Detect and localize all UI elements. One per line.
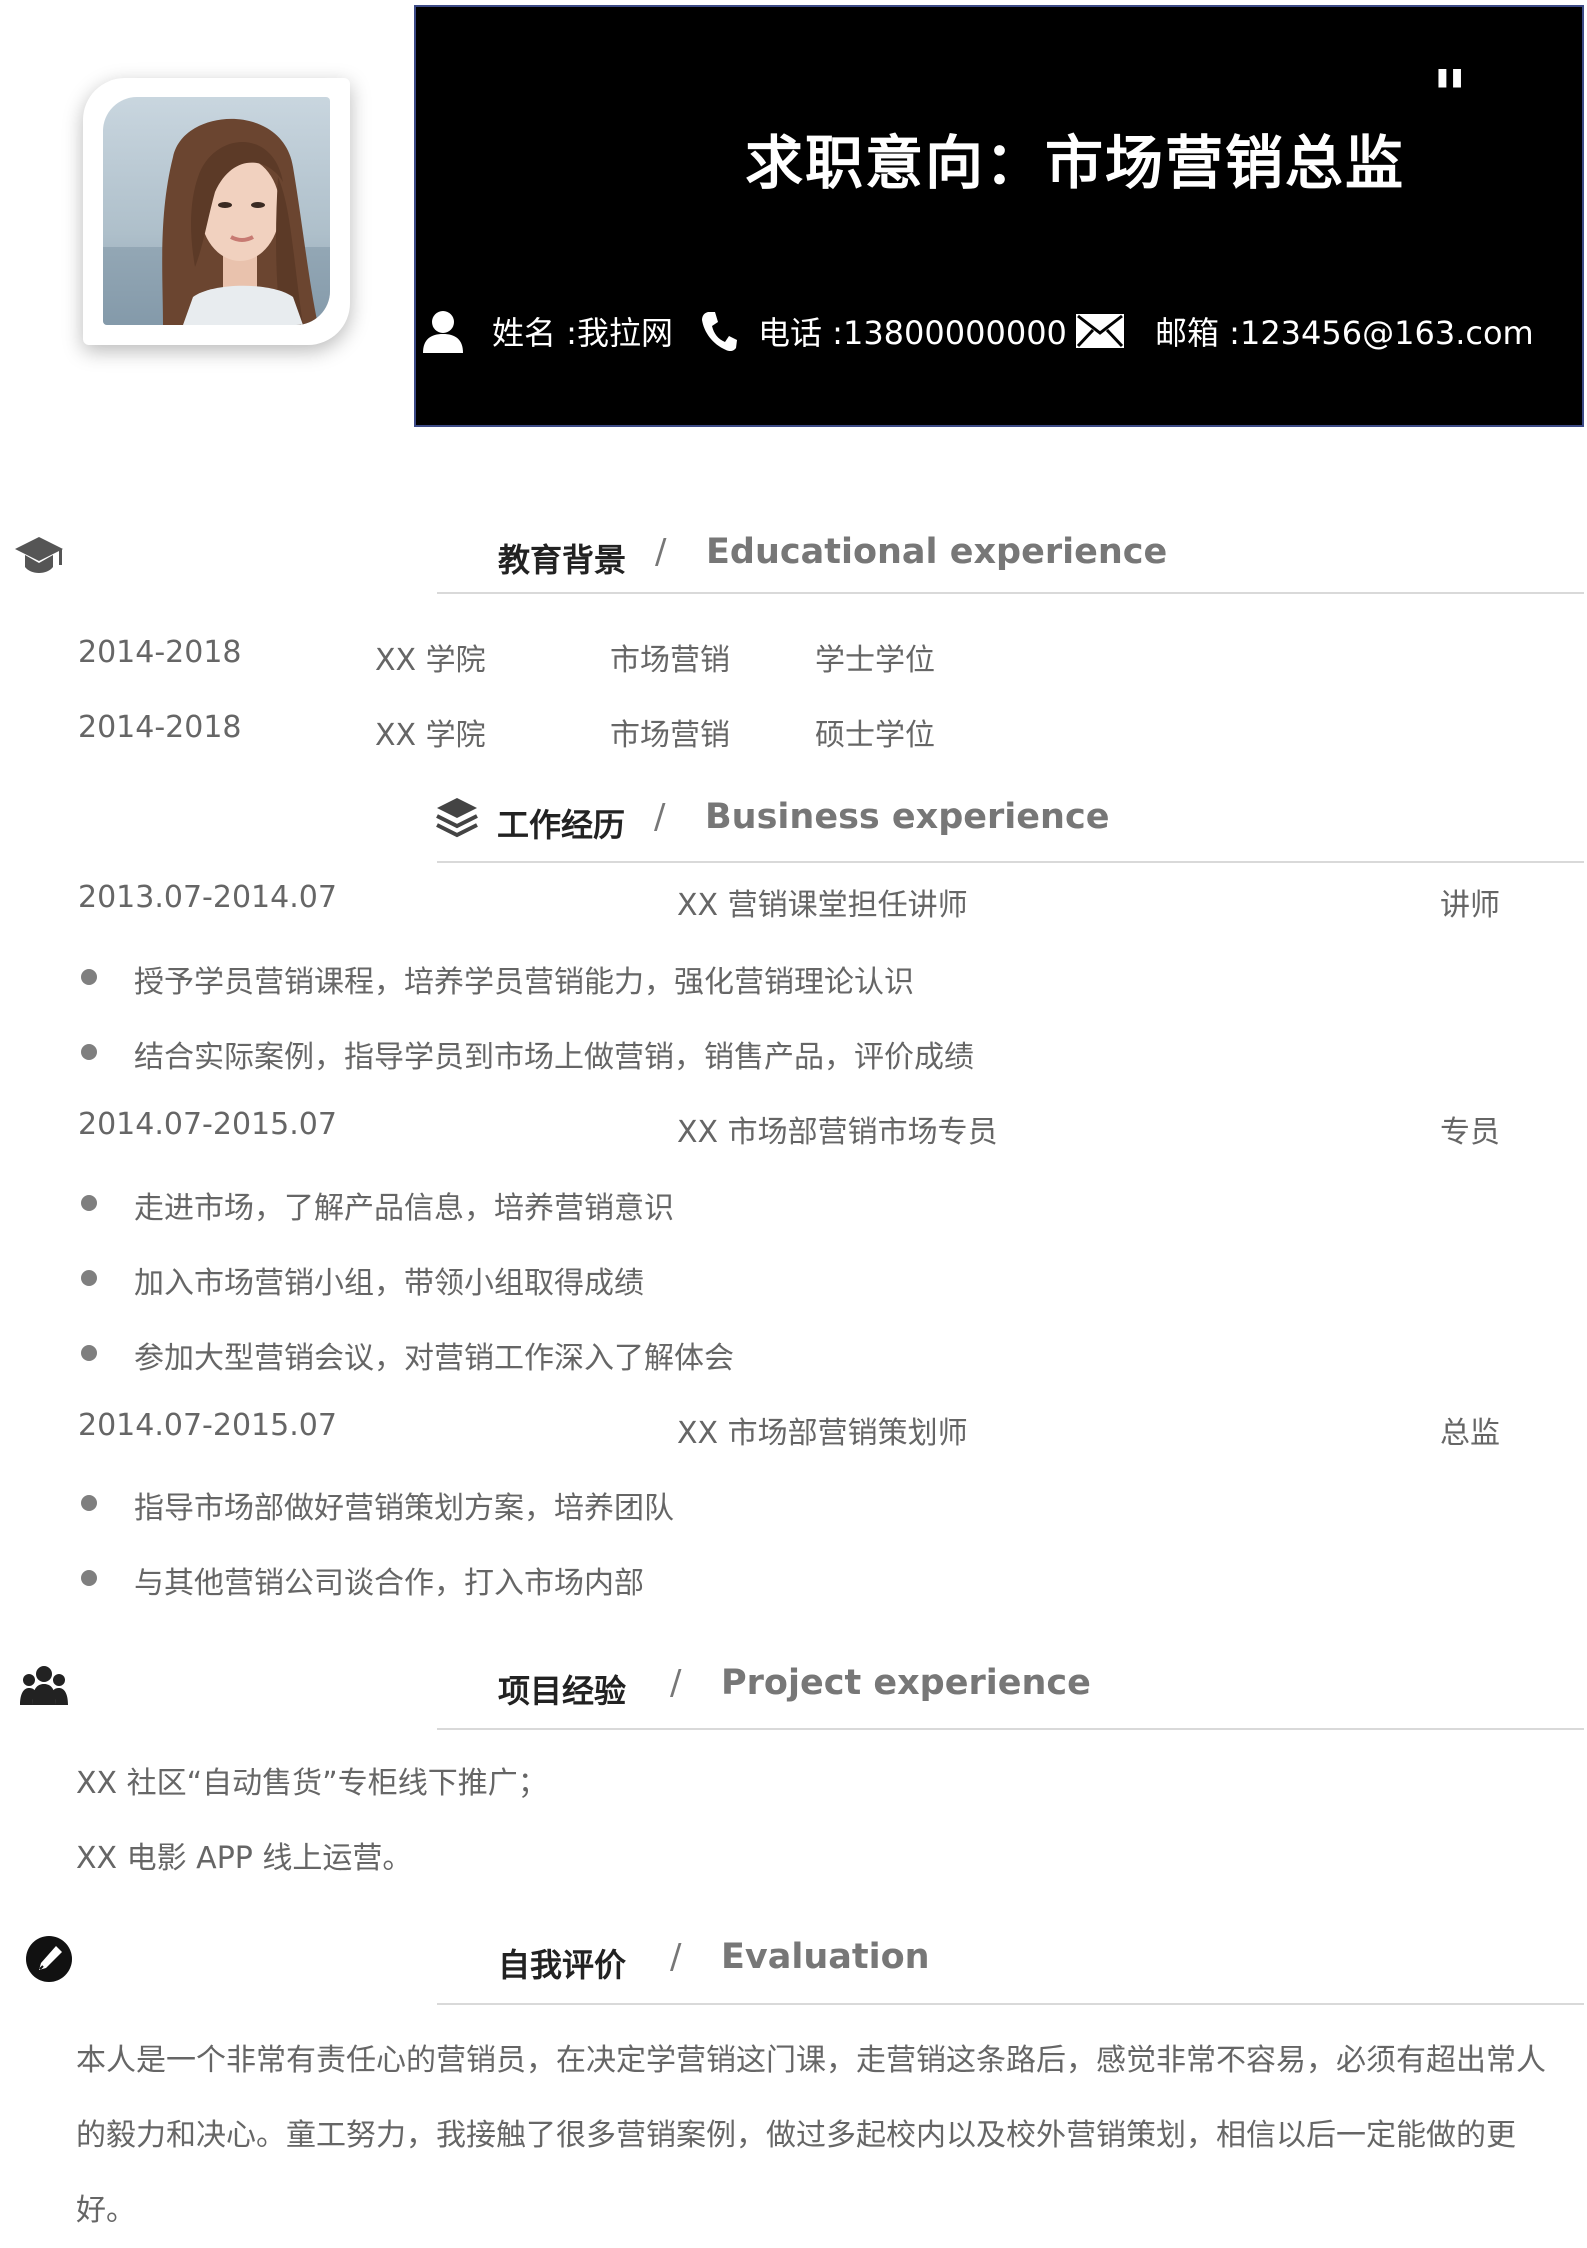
section-divider <box>437 861 1584 863</box>
job-period: 2013.07-2014.07 <box>78 880 337 915</box>
bullet-dot <box>81 1345 97 1361</box>
decorative-quote-mark: " <box>1432 56 1468 136</box>
job-duty: 结合实际案例，指导学员到市场上做营销，销售产品，评价成绩 <box>134 1040 974 1075</box>
contact-phone: 电话 :13800000000 <box>700 306 1067 356</box>
bullet-dot <box>81 1270 97 1286</box>
edu-major: 市场营销 <box>610 718 730 753</box>
job-position: XX 市场部营销市场专员 <box>677 1115 998 1150</box>
contact-name: 姓名 :我拉网 <box>422 306 673 356</box>
phone-icon <box>702 312 737 352</box>
job-duty: 走进市场，了解产品信息，培养营销意识 <box>134 1191 674 1226</box>
edu-school: XX 学院 <box>375 643 486 678</box>
user-icon <box>423 311 463 353</box>
section-slash: / <box>654 797 666 837</box>
section-subtitle-education: Educational experience <box>706 532 1168 572</box>
job-duty: 加入市场营销小组，带领小组取得成绩 <box>134 1266 644 1301</box>
section-title-projects: 项目经验 <box>498 1672 627 1710</box>
section-divider <box>437 592 1584 594</box>
bullet-dot <box>81 969 97 985</box>
edu-degree: 硕士学位 <box>815 718 935 753</box>
edu-major: 市场营销 <box>610 643 730 678</box>
section-slash: / <box>670 1663 682 1703</box>
job-duty: 授予学员营销课程，培养学员营销能力，强化营销理论认识 <box>134 965 914 1000</box>
bullet-dot <box>81 1195 97 1211</box>
edu-degree: 学士学位 <box>815 643 935 678</box>
contact-email: 邮箱 :123456@163.com <box>1075 306 1534 356</box>
bullet-dot <box>81 1495 97 1511</box>
section-divider <box>437 1728 1584 1730</box>
job-period: 2014.07-2015.07 <box>78 1408 337 1443</box>
contact-phone-text: 电话 :13800000000 <box>758 314 1067 352</box>
section-title-work: 工作经历 <box>497 806 626 844</box>
job-position: XX 营销课堂担任讲师 <box>677 888 968 923</box>
edu-school: XX 学院 <box>375 718 486 753</box>
project-item: XX 电影 APP 线上运营。 <box>76 1841 413 1876</box>
section-title-evaluation: 自我评价 <box>498 1946 627 1984</box>
edu-period: 2014-2018 <box>78 710 242 745</box>
bullet-dot <box>81 1044 97 1060</box>
pen-icon <box>26 1936 72 1982</box>
mail-icon <box>1076 314 1124 348</box>
section-divider <box>437 2003 1584 2005</box>
section-slash: / <box>670 1937 682 1977</box>
project-item: XX 社区“自动售货”专柜线下推广； <box>76 1766 548 1801</box>
profile-photo-frame <box>83 78 350 345</box>
contact-name-text: 姓名 :我拉网 <box>492 314 673 352</box>
job-role: 总监 <box>1440 1416 1500 1451</box>
team-icon <box>20 1666 68 1705</box>
job-position: XX 市场部营销策划师 <box>677 1416 968 1451</box>
graduation-cap-icon <box>15 537 63 573</box>
bullet-dot <box>81 1570 97 1586</box>
section-title-education: 教育背景 <box>498 541 627 579</box>
job-duty: 参加大型营销会议，对营销工作深入了解体会 <box>134 1341 734 1376</box>
job-role: 讲师 <box>1440 888 1500 923</box>
layers-icon <box>436 798 478 838</box>
contact-email-text: 邮箱 :123456@163.com <box>1155 314 1534 352</box>
job-intention-title: 求职意向：市场营销总监 <box>745 129 1406 197</box>
profile-photo <box>103 97 330 325</box>
edu-period: 2014-2018 <box>78 635 242 670</box>
job-duty: 指导市场部做好营销策划方案，培养团队 <box>134 1491 674 1526</box>
section-subtitle-evaluation: Evaluation <box>721 1937 930 1977</box>
section-subtitle-projects: Project experience <box>721 1663 1091 1703</box>
section-subtitle-work: Business experience <box>705 797 1110 837</box>
section-slash: / <box>655 532 667 572</box>
job-duty: 与其他营销公司谈合作，打入市场内部 <box>134 1566 644 1601</box>
job-role: 专员 <box>1440 1115 1500 1150</box>
job-period: 2014.07-2015.07 <box>78 1107 337 1142</box>
header-banner <box>414 5 1584 427</box>
self-evaluation-text: 本人是一个非常有责任心的营销员，在决定学营销这门课，走营销这条路后，感觉非常不容… <box>76 2043 1546 2228</box>
